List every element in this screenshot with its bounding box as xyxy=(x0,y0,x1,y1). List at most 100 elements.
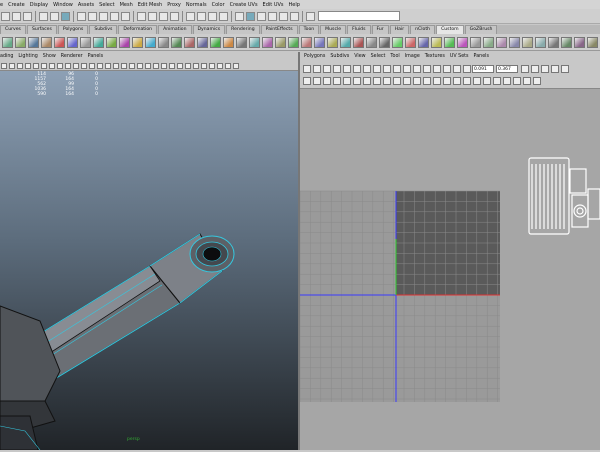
shelf-tab[interactable]: Subdivs xyxy=(89,25,118,34)
shelf-tool-icon[interactable] xyxy=(67,36,78,48)
ipr-render-icon[interactable] xyxy=(208,11,217,21)
perspective-viewport[interactable]: 114 96 0 1157 164 0 562 99 0 1036 164 0 590 164 0 … xyxy=(0,71,298,450)
panel-tool-icon[interactable] xyxy=(105,62,111,69)
uv-menu-item[interactable]: Tool xyxy=(390,54,399,59)
uv-tool-icon[interactable] xyxy=(393,64,401,73)
panel-tool-icon[interactable] xyxy=(209,62,215,69)
menu-item[interactable]: Edit Mesh xyxy=(138,2,162,8)
shelf-tool-icon[interactable] xyxy=(223,36,234,48)
mask-uv-icon[interactable] xyxy=(110,11,119,21)
panel-tool-icon[interactable] xyxy=(41,62,47,69)
panel-tool-icon[interactable] xyxy=(217,62,223,69)
shelf-tool-icon[interactable] xyxy=(288,36,299,48)
snap-grid-icon[interactable] xyxy=(137,11,146,21)
snap-plane-icon[interactable] xyxy=(170,11,179,21)
uv-tool-icon[interactable] xyxy=(463,77,471,85)
panel-tool-icon[interactable] xyxy=(233,62,239,69)
shelf-tool-icon[interactable] xyxy=(470,36,481,48)
panel-tool-icon[interactable] xyxy=(201,62,207,69)
uv-tool-icon[interactable] xyxy=(313,64,321,73)
shelf-tool-icon[interactable] xyxy=(340,36,351,48)
menu-item[interactable]: Window xyxy=(53,2,73,8)
uv-menu-item[interactable]: UV Sets xyxy=(450,54,469,59)
shelf-tool-icon[interactable] xyxy=(132,36,143,48)
tool-settings-icon[interactable] xyxy=(279,11,288,21)
shelf-tab[interactable]: Rendering xyxy=(226,25,260,34)
panel-menu-item[interactable]: Panels xyxy=(88,54,103,59)
uv-tool-icon[interactable] xyxy=(463,64,471,73)
quick-select-input[interactable] xyxy=(318,11,400,21)
uv-menu-item[interactable]: Image xyxy=(405,54,420,59)
shelf-tool-icon[interactable] xyxy=(275,36,286,48)
uv-tool-icon[interactable] xyxy=(433,64,441,73)
panel-menu-item[interactable]: ading xyxy=(0,54,13,59)
shelf-tab[interactable]: Deformation xyxy=(118,25,158,34)
shelf-tool-icon[interactable] xyxy=(15,36,26,48)
shelf-tool-icon[interactable] xyxy=(574,36,585,48)
uv-tool-icon[interactable] xyxy=(551,64,559,73)
uv-tool-icon[interactable] xyxy=(483,77,491,85)
uv-tool-icon[interactable] xyxy=(323,77,331,85)
uv-tool-icon[interactable] xyxy=(443,77,451,85)
shelf-tab[interactable]: GoZBrush xyxy=(464,25,498,34)
menu-item[interactable]: Edit UVs xyxy=(263,2,284,8)
uv-tool-icon[interactable] xyxy=(333,64,341,73)
shelf-tool-icon[interactable] xyxy=(561,36,572,48)
panel-tool-icon[interactable] xyxy=(25,62,31,69)
menu-item[interactable]: Proxy xyxy=(167,2,181,8)
menu-item[interactable]: Assets xyxy=(78,2,94,8)
shelf-tool-icon[interactable] xyxy=(314,36,325,48)
panel-tool-icon[interactable] xyxy=(137,62,143,69)
panel-tool-icon[interactable] xyxy=(65,62,71,69)
uv-tool-icon[interactable] xyxy=(403,64,411,73)
shelf-tool-icon[interactable] xyxy=(548,36,559,48)
menu-item[interactable]: e xyxy=(0,2,3,8)
panel-menu-item[interactable]: Lighting xyxy=(18,54,37,59)
uv-tool-icon[interactable] xyxy=(373,64,381,73)
uv-tool-icon[interactable] xyxy=(363,64,371,73)
outliner-icon[interactable] xyxy=(290,11,299,21)
uv-tool-icon[interactable] xyxy=(443,64,451,73)
uv-tool-icon[interactable] xyxy=(531,64,539,73)
shelf-tool-icon[interactable] xyxy=(158,36,169,48)
panel-tool-icon[interactable] xyxy=(81,62,87,69)
uv-tool-icon[interactable] xyxy=(353,77,361,85)
uv-tool-icon[interactable] xyxy=(313,77,321,85)
uv-tool-icon[interactable] xyxy=(523,77,531,85)
panel-tool-icon[interactable] xyxy=(145,62,151,69)
uv-tool-icon[interactable] xyxy=(343,64,351,73)
uv-tool-icon[interactable] xyxy=(473,77,481,85)
uv-tool-icon[interactable] xyxy=(541,64,549,73)
shelf-tab[interactable]: Dynamics xyxy=(192,25,226,34)
uv-tool-icon[interactable] xyxy=(453,64,461,73)
shelf-tab[interactable]: Curves xyxy=(0,25,26,34)
panel-tool-icon[interactable] xyxy=(225,62,231,69)
uv-menu-item[interactable]: View xyxy=(354,54,365,59)
panel-tool-icon[interactable] xyxy=(169,62,175,69)
uv-menu-item[interactable]: Textures xyxy=(425,54,445,59)
shelf-tab[interactable]: PaintEffects xyxy=(260,25,298,34)
uv-tool-icon[interactable] xyxy=(503,77,511,85)
shelf-tool-icon[interactable] xyxy=(392,36,403,48)
panel-tool-icon[interactable] xyxy=(177,62,183,69)
mask-vertex-icon[interactable] xyxy=(77,11,86,21)
uv-tool-icon[interactable] xyxy=(513,77,521,85)
shelf-tool-icon[interactable] xyxy=(431,36,442,48)
open-scene-icon[interactable] xyxy=(12,11,21,21)
menu-item[interactable]: Normals xyxy=(186,2,207,8)
uv-tool-icon[interactable] xyxy=(561,64,569,73)
shelf-tab[interactable]: Surfaces xyxy=(26,25,57,34)
menu-item[interactable]: Create xyxy=(8,2,25,8)
mask-edge-icon[interactable] xyxy=(88,11,97,21)
shelf-tab[interactable]: nCloth xyxy=(410,25,436,34)
shelf-tool-icon[interactable] xyxy=(184,36,195,48)
menu-item[interactable]: Display xyxy=(30,2,48,8)
panel-tool-icon[interactable] xyxy=(121,62,127,69)
shelf-tool-icon[interactable] xyxy=(80,36,91,48)
shelf-tool-icon[interactable] xyxy=(366,36,377,48)
uv-v-field[interactable]: 0.367 xyxy=(496,64,518,73)
shelf-tool-icon[interactable] xyxy=(210,36,221,48)
snap-point-icon[interactable] xyxy=(159,11,168,21)
shelf-tool-icon[interactable] xyxy=(249,36,260,48)
snap-curve-icon[interactable] xyxy=(148,11,157,21)
